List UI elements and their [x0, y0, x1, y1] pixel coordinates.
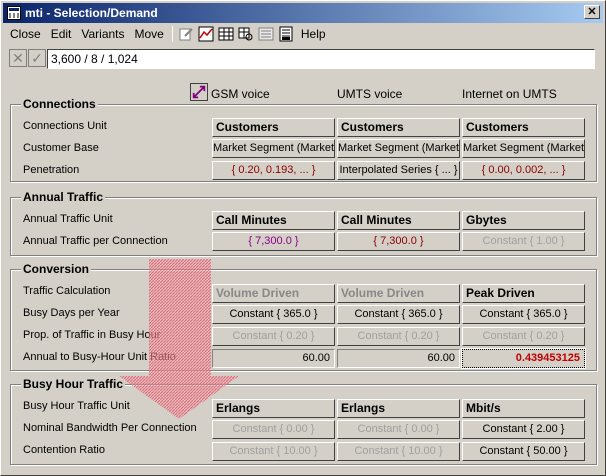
conversion-title: Conversion — [21, 262, 92, 276]
penetration-cell[interactable]: Interpolated Series { ... } — [337, 161, 460, 180]
traffic-unit-cell[interactable]: Call Minutes — [337, 211, 460, 230]
title-bar[interactable]: mti - Selection/Demand ✕ — [3, 3, 603, 23]
row-label: Annual Traffic Unit — [23, 213, 113, 225]
connections-unit-cell[interactable]: Customers — [462, 118, 585, 137]
menu-bar: Close Edit Variants Move Help — [5, 25, 331, 43]
penetration-cell[interactable]: { 0.00, 0.002, ... } — [462, 161, 585, 180]
busy-hour-unit-cell[interactable]: Erlangs — [212, 399, 335, 418]
busy-days-cell[interactable]: Constant { 365.0 } — [212, 305, 335, 324]
contention-ratio-cell[interactable]: Constant { 50.00 } — [462, 442, 585, 461]
unit-ratio-cell-selected[interactable]: 0.439453125 — [461, 348, 586, 369]
table-icon[interactable] — [218, 26, 234, 42]
connections-unit-cell[interactable]: Customers — [337, 118, 460, 137]
customer-base-cell[interactable]: Market Segment (Market) — [462, 139, 585, 158]
cancel-edit-button[interactable]: ✕ — [9, 49, 27, 67]
menu-variants[interactable]: Variants — [76, 27, 129, 41]
toolbar-separator — [171, 26, 173, 42]
traffic-per-connection-cell[interactable]: { 7,300.0 } — [337, 232, 460, 251]
row-label: Customer Base — [23, 142, 99, 154]
confirm-edit-button[interactable]: ✓ — [28, 49, 46, 67]
traffic-per-connection-cell[interactable]: Constant { 1.00 } — [462, 232, 585, 251]
connections-unit-cell[interactable]: Customers — [212, 118, 335, 137]
nominal-bandwidth-cell[interactable]: Constant { 2.00 } — [462, 420, 585, 439]
busy-hour-unit-cell[interactable]: Mbit/s — [462, 399, 585, 418]
chart-icon[interactable] — [198, 26, 214, 42]
menu-close[interactable]: Close — [5, 27, 46, 41]
traffic-calculation-cell[interactable]: Volume Driven — [337, 284, 460, 303]
traffic-unit-cell[interactable]: Gbytes — [462, 211, 585, 230]
busy-hour-traffic-title: Busy Hour Traffic — [21, 377, 126, 391]
swap-columns-icon[interactable] — [190, 83, 208, 101]
busy-hour-proportion-cell[interactable]: Constant { 0.20 } — [212, 327, 335, 346]
customer-base-cell[interactable]: Market Segment (Market) — [337, 139, 460, 158]
annual-traffic-title: Annual Traffic — [21, 190, 106, 204]
row-label: Busy Days per Year — [23, 307, 120, 319]
busy-days-cell[interactable]: Constant { 365.0 } — [462, 305, 585, 324]
busy-hour-proportion-cell[interactable]: Constant { 0.20 } — [462, 327, 585, 346]
formula-input[interactable]: 3,600 / 8 / 1,024 — [47, 49, 595, 69]
row-label: Busy Hour Traffic Unit — [23, 400, 130, 412]
row-label: Annual Traffic per Connection — [23, 235, 168, 247]
penetration-cell[interactable]: { 0.20, 0.193, ... } — [212, 161, 335, 180]
busy-days-cell[interactable]: Constant { 365.0 } — [337, 305, 460, 324]
menu-edit[interactable]: Edit — [46, 27, 77, 41]
unit-ratio-cell[interactable]: 60.00 — [212, 349, 335, 368]
edit-note-icon[interactable] — [178, 26, 194, 42]
column-header-gsm-voice: GSM voice — [211, 87, 270, 101]
row-label: Prop. of Traffic in Busy Hour — [23, 329, 161, 341]
row-label: Contention Ratio — [23, 444, 105, 456]
list-icon[interactable] — [258, 26, 274, 42]
column-header-internet-umts: Internet on UMTS — [462, 87, 557, 101]
row-label: Penetration — [23, 164, 80, 176]
table-search-icon[interactable] — [238, 26, 254, 42]
document-icon[interactable] — [278, 26, 294, 42]
nominal-bandwidth-cell[interactable]: Constant { 0.00 } — [212, 420, 335, 439]
row-label: Connections Unit — [23, 120, 107, 132]
row-label: Traffic Calculation — [23, 285, 111, 297]
busy-hour-proportion-cell[interactable]: Constant { 0.20 } — [337, 327, 460, 346]
close-window-button[interactable]: ✕ — [584, 5, 600, 19]
traffic-calculation-cell[interactable]: Peak Driven — [462, 284, 585, 303]
customer-base-cell[interactable]: Market Segment (Market) — [212, 139, 335, 158]
window-title: mti - Selection/Demand — [25, 6, 158, 20]
column-header-umts-voice: UMTS voice — [337, 87, 403, 101]
formula-bar: ✕ ✓ 3,600 / 8 / 1,024 — [9, 49, 595, 71]
traffic-calculation-cell[interactable]: Volume Driven — [212, 284, 335, 303]
nominal-bandwidth-cell[interactable]: Constant { 0.00 } — [337, 420, 460, 439]
connections-title: Connections — [21, 97, 98, 111]
traffic-unit-cell[interactable]: Call Minutes — [212, 211, 335, 230]
menu-help[interactable]: Help — [296, 27, 331, 41]
row-label: Nominal Bandwidth Per Connection — [23, 422, 197, 434]
contention-ratio-cell[interactable]: Constant { 10.00 } — [212, 442, 335, 461]
contention-ratio-cell[interactable]: Constant { 10.00 } — [337, 442, 460, 461]
selection-demand-window: mti - Selection/Demand ✕ Close Edit Vari… — [0, 0, 606, 476]
spreadsheet-icon — [7, 6, 21, 20]
row-label: Annual to Busy-Hour Unit Ratio — [23, 351, 176, 363]
traffic-per-connection-cell[interactable]: { 7,300.0 } — [212, 232, 335, 251]
unit-ratio-cell[interactable]: 60.00 — [337, 349, 460, 368]
menu-move[interactable]: Move — [130, 27, 169, 41]
busy-hour-unit-cell[interactable]: Erlangs — [337, 399, 460, 418]
